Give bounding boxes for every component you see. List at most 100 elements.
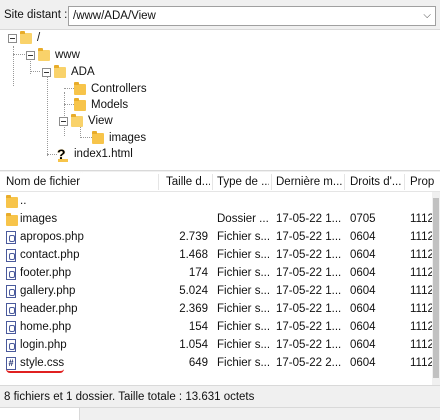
- column-header-rights[interactable]: Droits d'...: [350, 176, 402, 188]
- file-row[interactable]: apropos.php 2.739 Fichier s... 17-05-22 1..…: [0, 229, 434, 247]
- file-modified-cell: 17-05-22 1...: [276, 231, 342, 243]
- file-size-cell: 154: [188, 321, 208, 333]
- column-header-owner[interactable]: Propr: [410, 176, 434, 188]
- tree-node-controllers[interactable]: Controllers: [74, 81, 147, 97]
- file-owner-cell: 1112(: [410, 357, 434, 369]
- queue-tab[interactable]: [0, 408, 80, 420]
- tree-node-root[interactable]: /: [8, 30, 40, 46]
- file-row[interactable]: # style.css 649 Fichier s... 17-05-22 2... 06…: [0, 355, 434, 373]
- file-type-cell: Fichier s...: [217, 267, 269, 279]
- file-type-cell: Fichier s...: [217, 249, 269, 261]
- file-row[interactable]: home.php 154 Fichier s... 17-05-22 1... 0604…: [0, 319, 434, 337]
- file-owner-cell: 1112(: [410, 285, 434, 297]
- folder-open-icon: [20, 30, 32, 44]
- file-row[interactable]: footer.php 174 Fichier s... 17-05-22 1... 06…: [0, 265, 434, 283]
- file-row[interactable]: images Dossier ... 17-05-22 1... 0705 1112(: [0, 211, 434, 229]
- file-owner-cell: 1112(: [410, 213, 434, 225]
- column-header-modified[interactable]: Dernière m...: [276, 176, 342, 188]
- file-list-header: ⌃ Nom de fichier Taille d... Type de ...…: [0, 172, 440, 192]
- red-annotation-underline: [6, 369, 64, 373]
- php-file-icon: [6, 267, 16, 283]
- file-row[interactable]: gallery.php 5.024 Fichier s... 17-05-22 1..…: [0, 283, 434, 301]
- collapse-toggle-icon[interactable]: [42, 67, 51, 77]
- php-file-icon: [6, 321, 16, 337]
- column-divider[interactable]: [158, 174, 159, 190]
- remote-site-label: Site distant :: [4, 9, 68, 21]
- file-modified-cell: 17-05-22 1...: [276, 303, 342, 315]
- tree-node-www[interactable]: www: [26, 47, 80, 63]
- file-rights-cell: 0604: [350, 339, 376, 351]
- remote-path-value[interactable]: /www/ADA/View: [73, 10, 156, 22]
- column-divider[interactable]: [344, 174, 345, 190]
- folder-open-icon: [38, 47, 50, 61]
- file-modified-cell: 17-05-22 1...: [276, 321, 342, 333]
- file-modified-cell: 17-05-22 1...: [276, 267, 342, 279]
- remote-path-combobox[interactable]: /www/ADA/View ⌵: [68, 6, 436, 26]
- folder-icon: [92, 130, 104, 144]
- php-file-icon: [6, 339, 16, 355]
- file-type-cell: Fichier s...: [217, 339, 269, 351]
- file-name-cell: gallery.php: [20, 285, 76, 297]
- tree-connector: [80, 137, 92, 138]
- tree-node-models[interactable]: Models: [74, 97, 128, 113]
- file-modified-cell: 17-05-22 1...: [276, 339, 342, 351]
- file-name-cell: header.php: [20, 303, 78, 315]
- php-file-icon: [6, 285, 16, 301]
- queue-pane-edge: [0, 407, 440, 420]
- column-header-size[interactable]: Taille d...: [166, 176, 210, 188]
- file-name-cell: style.css: [20, 357, 65, 369]
- file-rights-cell: 0604: [350, 231, 376, 243]
- status-bar: 8 fichiers et 1 dossier. Taille totale :…: [0, 385, 440, 407]
- folder-icon: [6, 213, 18, 229]
- php-file-icon: [6, 231, 16, 247]
- tree-connector: [64, 88, 74, 89]
- file-size-cell: 174: [188, 267, 208, 279]
- tree-node-ada[interactable]: ADA: [42, 64, 95, 80]
- tree-node-view[interactable]: View: [59, 113, 113, 129]
- column-divider[interactable]: [212, 174, 213, 190]
- file-rights-cell: 0604: [350, 249, 376, 261]
- file-name-cell: footer.php: [20, 267, 72, 279]
- tree-connector: [47, 76, 48, 156]
- tree-node-images[interactable]: images: [92, 130, 146, 146]
- remote-site-bar: Site distant : /www/ADA/View ⌵: [0, 0, 440, 30]
- file-type-cell: Fichier s...: [217, 303, 269, 315]
- file-name-cell: apropos.php: [20, 231, 84, 243]
- file-name-cell: ..: [20, 195, 27, 207]
- tree-connector: [47, 154, 57, 155]
- column-header-type[interactable]: Type de ...: [217, 176, 269, 188]
- file-rights-cell: 0604: [350, 285, 376, 297]
- collapse-toggle-icon[interactable]: [59, 116, 68, 126]
- folder-icon: [6, 195, 18, 211]
- column-header-name[interactable]: Nom de fichier: [6, 176, 156, 188]
- scrollbar-thumb[interactable]: [433, 198, 439, 378]
- file-row[interactable]: header.php 2.369 Fichier s... 17-05-22 1...…: [0, 301, 434, 319]
- php-file-icon: [6, 303, 16, 319]
- collapse-toggle-icon[interactable]: [26, 50, 35, 60]
- file-rights-cell: 0604: [350, 267, 376, 279]
- file-modified-cell: 17-05-22 2...: [276, 357, 342, 369]
- file-type-cell: Fichier s...: [217, 285, 269, 297]
- file-name-cell: login.php: [20, 339, 67, 351]
- file-type-cell: Fichier s...: [217, 321, 269, 333]
- file-size-cell: 649: [188, 357, 208, 369]
- file-size-cell: 1.054: [179, 339, 208, 351]
- file-row[interactable]: login.php 1.054 Fichier s... 17-05-22 1... 0…: [0, 337, 434, 355]
- file-row[interactable]: contact.php 1.468 Fichier s... 17-05-22 1..…: [0, 247, 434, 265]
- file-modified-cell: 17-05-22 1...: [276, 285, 342, 297]
- file-rights-cell: 0705: [350, 213, 376, 225]
- tree-connector: [64, 104, 74, 105]
- file-owner-cell: 1112(: [410, 249, 434, 261]
- php-file-icon: [6, 249, 16, 265]
- collapse-toggle-icon[interactable]: [8, 33, 17, 43]
- file-type-cell: Fichier s...: [217, 357, 269, 369]
- file-modified-cell: 17-05-22 1...: [276, 213, 342, 225]
- unknown-question-icon: ?: [57, 147, 69, 162]
- column-divider[interactable]: [404, 174, 405, 190]
- chevron-down-icon[interactable]: ⌵: [423, 10, 431, 21]
- vertical-scrollbar[interactable]: [432, 192, 440, 385]
- file-size-cell: 1.468: [179, 249, 208, 261]
- file-row[interactable]: ..: [0, 193, 432, 211]
- tree-node-index1[interactable]: ? index1.html: [57, 146, 133, 162]
- column-divider[interactable]: [271, 174, 272, 190]
